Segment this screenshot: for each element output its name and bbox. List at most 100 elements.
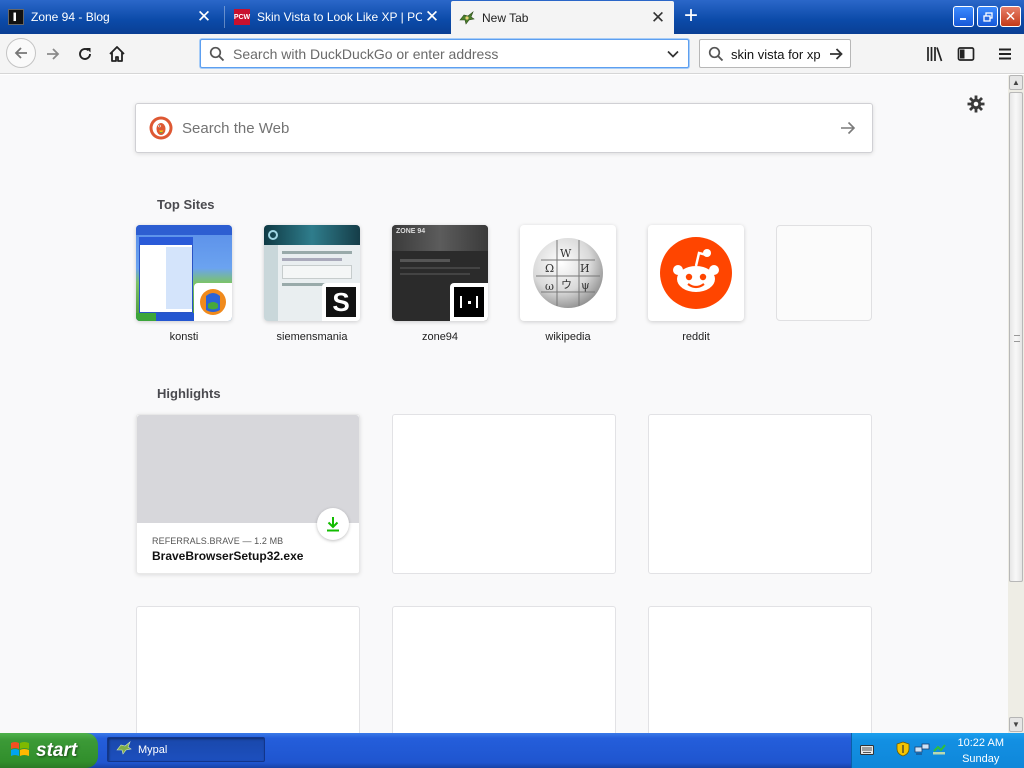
site-thumbnail: ZONE 94 [392, 225, 488, 321]
taskbar-window-mypal[interactable]: Mypal [107, 737, 265, 762]
duckduckgo-logo-icon [149, 116, 173, 143]
address-input[interactable] [233, 44, 653, 64]
taskbar: start Mypal 10:22 AM Sunday [0, 733, 1024, 768]
tab-zone94-blog[interactable]: ▌ Zone 94 - Blog ✕ [0, 2, 220, 32]
tab-title: Skin Vista to Look Like XP | PCW [257, 10, 422, 24]
highlight-card-empty [392, 414, 616, 574]
top-site-empty-slot[interactable] [776, 225, 872, 331]
forward-button[interactable] [39, 40, 67, 68]
search-submit-arrow-icon[interactable] [839, 119, 857, 140]
minimize-window-button[interactable] [953, 6, 974, 27]
reload-icon [79, 48, 91, 60]
search-icon [209, 46, 225, 65]
taskbar-window-title: Mypal [138, 743, 168, 756]
top-site-label: wikipedia [545, 331, 591, 343]
system-tray: 10:22 AM Sunday [851, 733, 1024, 768]
svg-text:ψ: ψ [581, 279, 590, 292]
web-search-box[interactable]: Search the Web [135, 103, 873, 153]
tab-separator [224, 6, 225, 28]
tab-new-tab[interactable]: New Tab ✕ [451, 1, 674, 34]
site-thumbnail [136, 225, 232, 321]
svg-text:Ω: Ω [545, 262, 554, 275]
scrollbar-thumb[interactable] [1009, 92, 1023, 582]
top-site-label: konsti [169, 331, 199, 343]
svg-text:W: W [560, 247, 572, 260]
volume-network-icon[interactable] [932, 742, 946, 759]
tab-skin-vista[interactable]: PCW Skin Vista to Look Like XP | PCW ✕ [226, 2, 448, 32]
download-icon [317, 508, 349, 540]
sidebar-button[interactable] [952, 40, 980, 68]
tab-title: New Tab [482, 10, 529, 25]
highlight-filename: BraveBrowserSetup32.exe [152, 549, 304, 563]
web-search-placeholder: Search the Web [182, 120, 290, 137]
close-tab-icon[interactable]: ✕ [194, 7, 214, 27]
clock-time: 10:22 AM [957, 737, 1004, 749]
highlight-card-empty [648, 414, 872, 574]
konsti-logo-icon [194, 283, 232, 321]
search-icon [708, 46, 724, 65]
top-site-siemensmania[interactable]: S siemensmania [264, 225, 360, 343]
site-thumbnail: S [264, 225, 360, 321]
network-icon[interactable] [914, 742, 930, 759]
gear-icon[interactable] [967, 95, 985, 116]
back-button[interactable] [6, 38, 36, 68]
svg-text:ω: ω [545, 280, 554, 293]
highlights-heading: Highlights [157, 386, 221, 401]
highlight-preview [137, 415, 359, 523]
library-button[interactable] [921, 40, 949, 68]
reddit-logo-icon [648, 225, 744, 321]
home-button[interactable] [103, 40, 131, 68]
address-bar[interactable] [200, 39, 689, 68]
top-site-wikipedia[interactable]: ΩWИ ウω ψ wikipedia [520, 225, 616, 343]
navigation-toolbar: skin vista for xp [0, 34, 1024, 74]
svg-text:И: И [580, 262, 590, 275]
reload-button[interactable] [71, 40, 99, 68]
mypal-app-icon [116, 741, 132, 758]
keyboard-icon[interactable] [860, 744, 874, 759]
clock-day: Sunday [962, 753, 1000, 765]
vertical-scrollbar[interactable]: ▲ ▼ [1008, 75, 1024, 733]
close-window-button[interactable]: ✕ [1000, 6, 1021, 27]
highlight-card-empty [648, 606, 872, 733]
pcw-favicon-icon: PCW [234, 9, 250, 25]
top-site-zone94[interactable]: ZONE 94 zone94 [392, 225, 488, 343]
close-tab-icon[interactable]: ✕ [648, 8, 668, 28]
sidebar-icon [957, 47, 975, 61]
tab-strip: ▌ Zone 94 - Blog ✕ PCW Skin Vista to Loo… [0, 0, 1024, 34]
top-site-konsti[interactable]: konsti [136, 225, 232, 343]
home-icon [109, 46, 125, 62]
highlight-meta: REFERRALS.BRAVE — 1.2 MB [152, 536, 284, 546]
search-bar[interactable]: skin vista for xp [699, 39, 851, 68]
new-tab-plus-icon[interactable]: + [679, 4, 703, 29]
top-site-label: reddit [682, 331, 710, 343]
close-tab-icon[interactable]: ✕ [422, 7, 442, 27]
wikipedia-logo-icon: ΩWИ ウω ψ [520, 225, 616, 321]
back-arrow-icon [14, 47, 27, 59]
security-shield-icon[interactable] [896, 741, 910, 760]
windows-logo-icon [10, 740, 30, 761]
library-icon [927, 47, 943, 62]
go-arrow-icon[interactable] [828, 46, 844, 65]
hamburger-menu-icon [999, 48, 1011, 60]
zone94-favicon-icon: ▌ [8, 9, 24, 25]
start-label: start [36, 739, 78, 761]
chevron-down-icon[interactable] [666, 47, 680, 64]
siemensmania-logo-icon: S [322, 283, 360, 321]
start-button[interactable]: start [0, 733, 98, 768]
top-sites-heading: Top Sites [157, 197, 215, 212]
search-bar-value[interactable]: skin vista for xp [731, 47, 821, 62]
tab-title: Zone 94 - Blog [31, 10, 110, 24]
top-site-reddit[interactable]: reddit [648, 225, 744, 343]
mypal-favicon-icon [459, 10, 475, 26]
forward-arrow-icon [47, 48, 60, 60]
scroll-up-arrow-icon[interactable]: ▲ [1009, 75, 1023, 90]
restore-window-button[interactable] [977, 6, 998, 27]
scroll-down-arrow-icon[interactable]: ▼ [1009, 717, 1023, 732]
menu-button[interactable] [991, 40, 1019, 68]
top-site-label: siemensmania [276, 331, 348, 343]
taskbar-clock[interactable]: 10:22 AM Sunday [958, 735, 1004, 767]
highlight-card-download[interactable]: REFERRALS.BRAVE — 1.2 MB BraveBrowserSet… [136, 414, 360, 574]
zone94-logo-icon [450, 283, 488, 321]
site-thumbnail [776, 225, 872, 321]
highlight-card-empty [136, 606, 360, 733]
